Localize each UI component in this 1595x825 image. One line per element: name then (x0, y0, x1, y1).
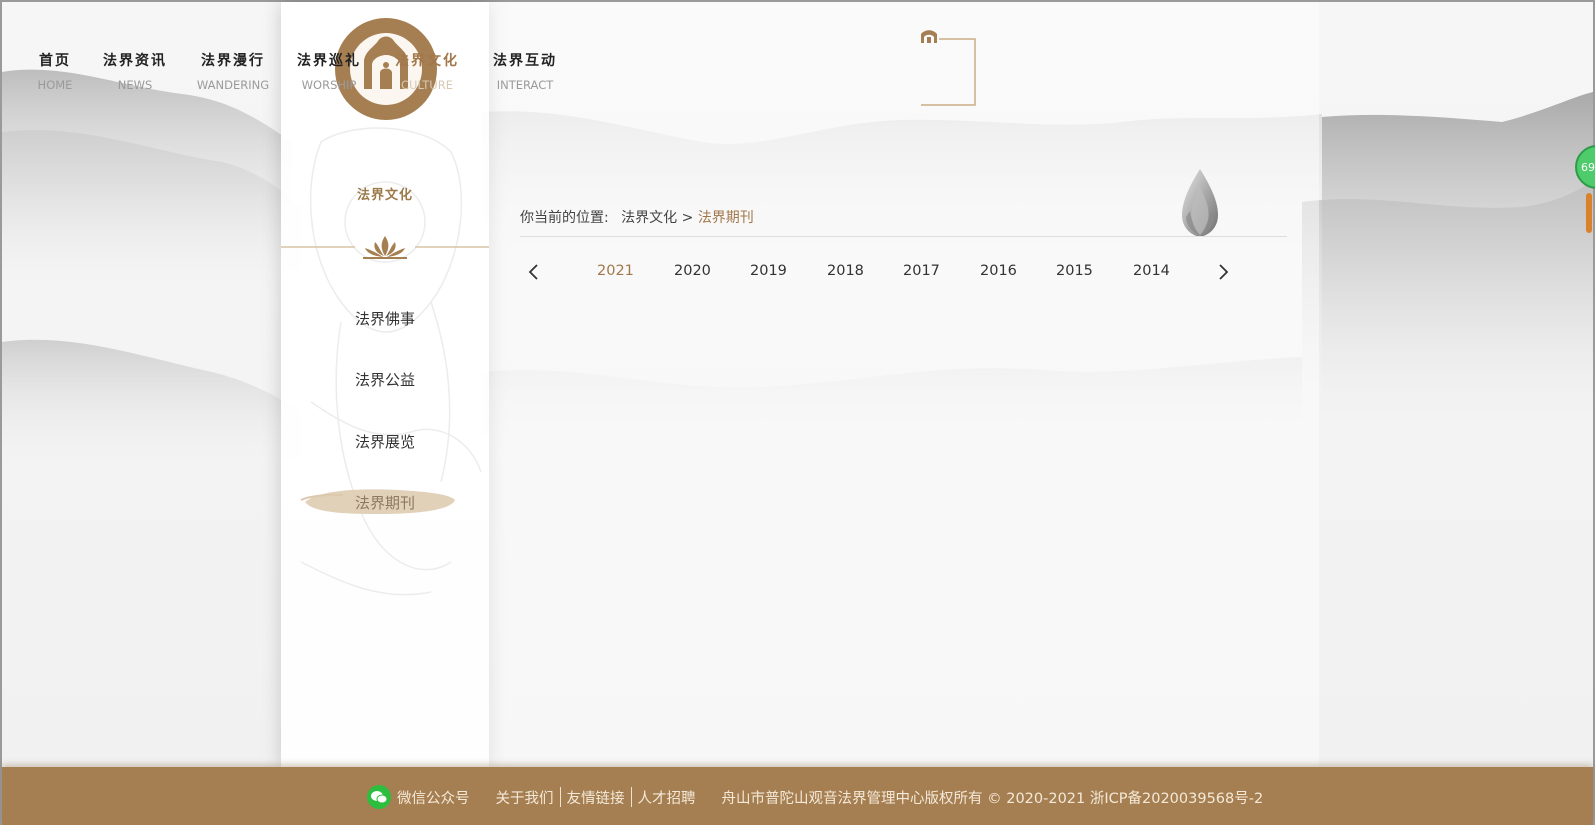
year-2016[interactable]: 2016 (980, 263, 1017, 279)
lotus-divider (281, 236, 489, 259)
sidebar-item-charity[interactable]: 法界公益 (281, 369, 489, 390)
footer: 微信公众号 关于我们 友情链接 人才招聘 舟山市普陀山观音法界管理中心版权所有 … (2, 767, 1593, 825)
nav-interact[interactable]: 法界互动 INTERACT (488, 50, 562, 92)
wechat-icon[interactable] (367, 785, 391, 809)
footer-link-about[interactable]: 关于我们 (496, 787, 554, 808)
footer-copyright: 舟山市普陀山观音法界管理中心版权所有 © 2020-2021 浙ICP备2020… (721, 790, 1264, 807)
breadcrumb-section-link[interactable]: 法界文化 (621, 210, 677, 226)
year-2021[interactable]: 2021 (597, 263, 634, 279)
nav-worship-en: WORSHIP (301, 78, 357, 92)
footer-link-friends[interactable]: 友情链接 (567, 787, 625, 808)
footer-separator (559, 787, 561, 807)
year-2015[interactable]: 2015 (1056, 263, 1093, 279)
nav-culture-en: CULTURE (401, 78, 453, 92)
nav-news-en: NEWS (117, 78, 153, 92)
sidebar: 法界文化 法界佛事 法界公益 法界展览 法界期刊 (281, 2, 489, 767)
nav-interact-label: 法界互动 (493, 53, 557, 69)
sidebar-title: 法界文化 (356, 188, 413, 203)
wechat-link[interactable]: 微信公众号 (397, 787, 470, 808)
sidebar-item-journal[interactable]: 法界期刊 (281, 492, 489, 513)
sidebar-item-exhibition[interactable]: 法界展览 (281, 431, 489, 452)
nav-wandering-label: 法界漫行 (201, 53, 265, 69)
breadcrumb-prefix: 你当前的位置: (520, 210, 609, 226)
year-2014[interactable]: 2014 (1133, 263, 1170, 279)
nav-news-label: 法界资讯 (103, 53, 167, 69)
breadcrumb: 你当前的位置: 法界文化 > 法界期刊 (520, 207, 754, 227)
breadcrumb-current: 法界期刊 (697, 210, 754, 226)
nav-culture-label: 法界文化 (395, 53, 459, 69)
chevron-right-icon[interactable] (1211, 260, 1235, 284)
main-panel (489, 2, 1319, 767)
nav-news[interactable]: 法界资讯 NEWS (98, 50, 172, 92)
footer-link-careers[interactable]: 人才招聘 (638, 787, 696, 808)
floating-widget[interactable]: 69 (1575, 145, 1595, 235)
year-2020[interactable]: 2020 (674, 263, 711, 279)
footer-separator (630, 787, 632, 807)
year-selector: 2021 2020 2019 2018 2017 2016 2015 2014 (520, 260, 1287, 290)
year-2018[interactable]: 2018 (827, 263, 864, 279)
nav-culture[interactable]: 法界文化 CULTURE (390, 50, 464, 92)
nav-wandering[interactable]: 法界漫行 WANDERING (190, 50, 276, 92)
sidebar-item-buddhist-events[interactable]: 法界佛事 (281, 308, 489, 329)
floating-widget-text: 69 (1581, 161, 1595, 174)
nav-home-label: 首页 (39, 53, 71, 69)
breadcrumb-divider (520, 236, 1287, 237)
lotus-drop-icon (1182, 169, 1218, 237)
nav-worship[interactable]: 法界巡礼 WORSHIP (292, 50, 366, 92)
breadcrumb-separator: > (681, 210, 694, 226)
nav-interact-en: INTERACT (496, 78, 554, 92)
year-2019[interactable]: 2019 (750, 263, 787, 279)
year-2017[interactable]: 2017 (903, 263, 940, 279)
nav-wandering-en: WANDERING (196, 78, 270, 92)
footer-content: 微信公众号 关于我们 友情链接 人才招聘 舟山市普陀山观音法界管理中心版权所有 … (367, 785, 1263, 809)
nav-home[interactable]: 首页 HOME (32, 50, 78, 92)
nav-home-en: HOME (37, 78, 73, 92)
chevron-left-icon[interactable] (522, 260, 546, 284)
nav-worship-label: 法界巡礼 (297, 53, 361, 69)
active-nav-frame (921, 30, 976, 106)
